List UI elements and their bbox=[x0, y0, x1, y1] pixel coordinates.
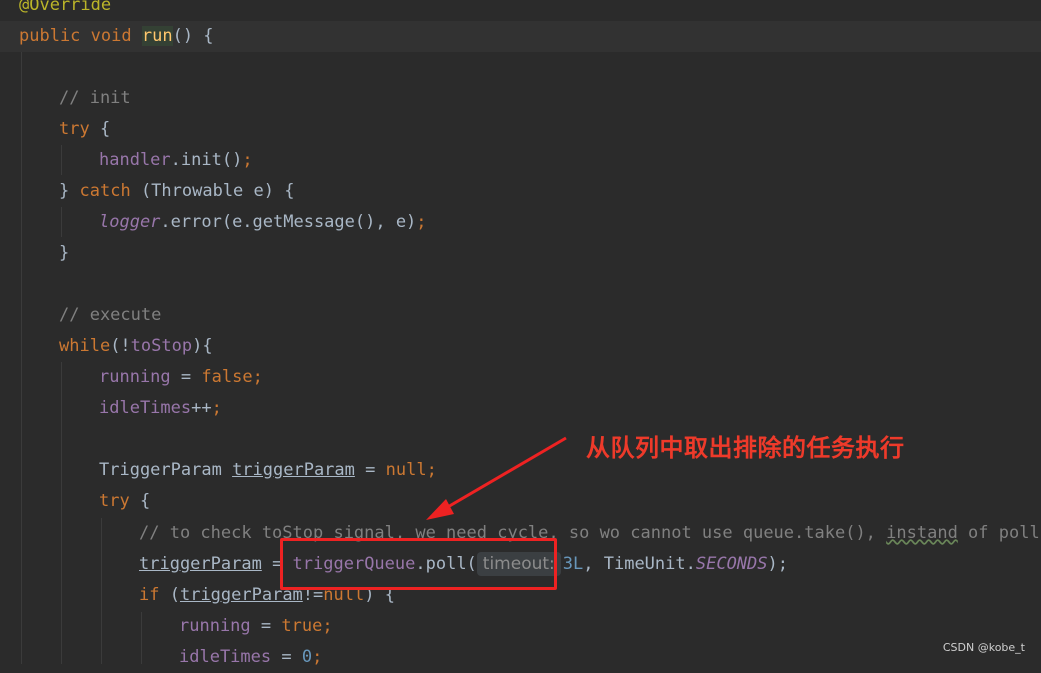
arrow-shaft bbox=[445, 436, 567, 510]
callout-text: 从队列中取出排除的任务执行 bbox=[586, 434, 905, 462]
arrow-head bbox=[426, 499, 454, 520]
watermark: CSDN @kobe_t bbox=[942, 641, 1025, 654]
annotation-arrow bbox=[426, 436, 567, 520]
